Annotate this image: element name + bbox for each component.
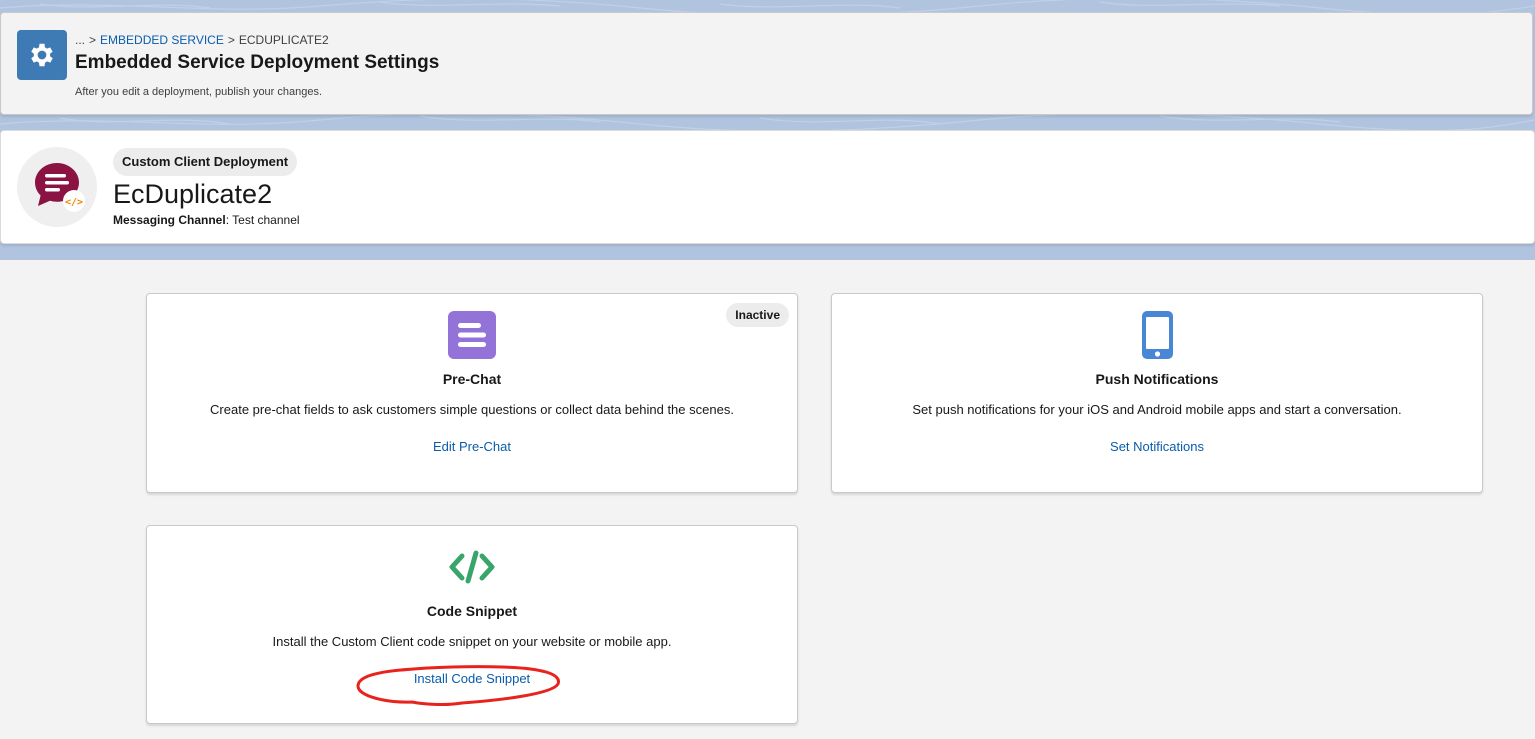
breadcrumb-ellipsis[interactable]: ... (75, 33, 85, 47)
form-lines-icon (447, 310, 497, 360)
page-header: ... > EMBEDDED SERVICE > ECDUPLICATE2 Embedd… (0, 12, 1533, 115)
tile-description: Install the Custom Client code snippet o… (272, 634, 672, 649)
deployment-record-header: </> Custom Client Deployment EcDuplicate… (0, 130, 1535, 244)
code-brackets-icon (447, 542, 497, 592)
set-notifications-link[interactable]: Set Notifications (832, 439, 1482, 454)
deployment-type-badge: Custom Client Deployment (113, 148, 298, 176)
install-code-snippet-link[interactable]: Install Code Snippet (147, 671, 797, 686)
edit-pre-chat-link[interactable]: Edit Pre-Chat (147, 439, 797, 454)
breadcrumb-current: ECDUPLICATE2 (238, 33, 329, 47)
breadcrumb-separator: > (89, 33, 97, 47)
status-badge: Inactive (726, 303, 789, 327)
deployment-name: EcDuplicate2 (113, 179, 273, 209)
mobile-phone-icon (1132, 310, 1182, 360)
chat-code-icon: </> (17, 147, 97, 227)
messaging-channel-field: Messaging Channel: Test channel (113, 213, 300, 227)
messaging-channel-label: Messaging Channel (113, 213, 226, 227)
tile-title: Push Notifications (1095, 371, 1219, 387)
breadcrumb-separator: > (227, 33, 235, 47)
messaging-channel-colon: : (225, 213, 230, 227)
messaging-channel-value: Test channel (232, 213, 300, 227)
page-title: Embedded Service Deployment Settings (75, 52, 440, 73)
breadcrumb-embedded-service-link[interactable]: EMBEDDED SERVICE (100, 33, 224, 47)
push-notifications-tile: Push Notifications Set push notification… (831, 293, 1483, 493)
gear-icon (17, 30, 67, 80)
tile-title: Code Snippet (426, 603, 518, 619)
breadcrumb: ... > EMBEDDED SERVICE > ECDUPLICATE2 (75, 33, 329, 47)
tile-description: Set push notifications for your iOS and … (912, 402, 1402, 417)
tile-title: Pre-Chat (442, 371, 502, 387)
pre-chat-tile: Inactive Pre-Chat Create pre-chat fields… (146, 293, 798, 493)
svg-text:</>: </> (65, 197, 83, 208)
code-snippet-tile: Code Snippet Install the Custom Client c… (146, 525, 798, 724)
tile-description: Create pre-chat fields to ask customers … (210, 402, 734, 417)
page-subtitle: After you edit a deployment, publish you… (75, 86, 323, 98)
